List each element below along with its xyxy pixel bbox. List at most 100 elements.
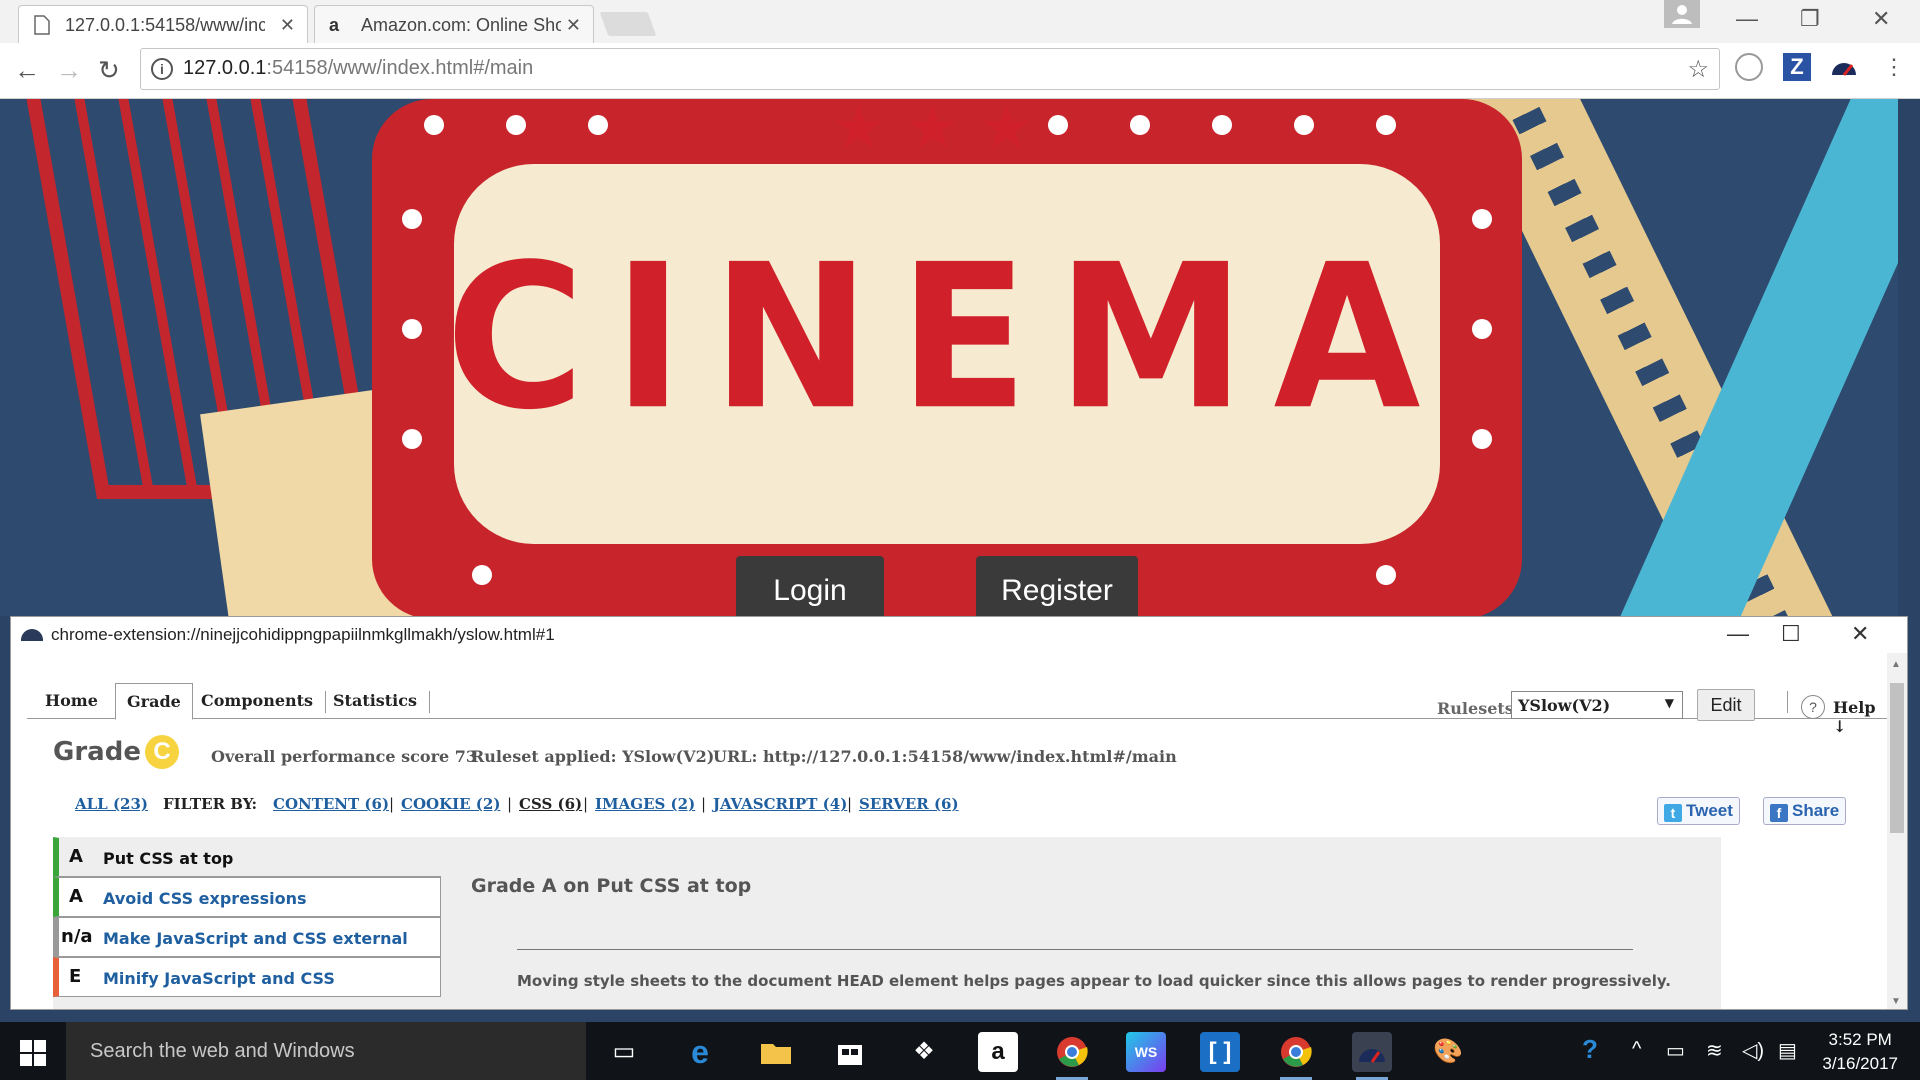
new-tab-button[interactable] — [599, 12, 657, 36]
taskbar: Search the web and Windows ▭ e ❖ a WS [ … — [0, 1022, 1920, 1080]
vertical-scrollbar[interactable]: ▲ ▼ — [1887, 653, 1907, 1009]
dropdown-caret-icon: ▼ — [1664, 696, 1674, 710]
marquee-bulb — [472, 565, 492, 585]
register-button[interactable]: Register — [976, 556, 1138, 616]
yslow-window-title: chrome-extension://ninejjcohidippngpapii… — [51, 625, 555, 644]
filter-all[interactable]: ALL (23) — [75, 795, 148, 813]
edge-icon[interactable]: e — [680, 1032, 720, 1072]
scroll-down-icon[interactable]: ▼ — [1891, 996, 1901, 1007]
tab-divider — [325, 691, 326, 713]
yslow-window: chrome-extension://ninejjcohidippngpapii… — [10, 616, 1908, 1010]
webstorm-icon[interactable]: WS — [1126, 1032, 1166, 1072]
forward-icon[interactable]: → — [56, 55, 82, 86]
tab-grade[interactable]: Grade — [115, 683, 193, 720]
maximize-icon[interactable]: ☐ — [1781, 621, 1801, 647]
tab-home[interactable]: Home — [45, 691, 98, 710]
tab-close-icon[interactable]: ✕ — [566, 15, 581, 36]
clock-date: 3/16/2017 — [1822, 1054, 1898, 1073]
toolbar-divider — [1787, 691, 1788, 713]
rule-item[interactable]: n/a Make JavaScript and CSS external — [53, 917, 441, 957]
rule-item[interactable]: A Avoid CSS expressions — [53, 877, 441, 917]
tab-statistics[interactable]: Statistics — [333, 691, 417, 710]
ruleset-applied: Ruleset applied: YSlow(V2) — [471, 747, 715, 766]
clock[interactable]: 3:52 PM 3/16/2017 — [1822, 1028, 1898, 1076]
login-button[interactable]: Login — [736, 556, 884, 616]
volume-icon[interactable]: ◁) — [1742, 1038, 1764, 1063]
back-icon[interactable]: ← — [14, 55, 40, 86]
facebook-icon: f — [1770, 804, 1788, 822]
chrome-icon[interactable] — [1276, 1032, 1316, 1080]
filter-content[interactable]: CONTENT (6) — [273, 795, 389, 813]
marquee-bulb — [402, 319, 422, 339]
file-explorer-icon[interactable] — [756, 1032, 796, 1072]
help-tray-icon[interactable]: ? — [1582, 1034, 1598, 1065]
rule-grade: n/a — [61, 926, 93, 947]
marquee-bulb — [1048, 115, 1068, 135]
help-menu[interactable]: Help ↓ — [1833, 698, 1887, 736]
task-view-icon[interactable]: ▭ — [604, 1032, 644, 1072]
chevron-up-icon[interactable]: ^ — [1632, 1038, 1641, 1061]
wifi-icon[interactable]: ≋ — [1706, 1038, 1723, 1063]
battery-icon[interactable]: ▭ — [1666, 1038, 1685, 1063]
marquee-bulb — [402, 209, 422, 229]
marquee-bulb — [588, 115, 608, 135]
yslow-icon[interactable] — [1830, 53, 1858, 81]
restore-icon[interactable]: ❐ — [1800, 6, 1820, 32]
yslow-logo-icon — [21, 629, 43, 641]
minimize-icon[interactable]: — — [1736, 6, 1758, 32]
filter-server[interactable]: SERVER (6) — [859, 795, 959, 813]
marquee-stars: ★★★ — [832, 99, 1054, 161]
rule-grade: A — [69, 886, 83, 907]
bookmark-star-icon[interactable]: ☆ — [1687, 55, 1709, 84]
notifications-icon[interactable]: ▤ — [1778, 1038, 1797, 1063]
filter-css[interactable]: CSS (6) — [519, 795, 582, 813]
overall-score: Overall performance score 73 — [211, 747, 478, 766]
dropbox-icon[interactable]: ❖ — [904, 1032, 944, 1072]
filter-divider: | — [583, 795, 589, 813]
close-icon[interactable]: ✕ — [1872, 6, 1890, 32]
scroll-up-icon[interactable]: ▲ — [1891, 659, 1901, 670]
reload-icon[interactable]: ↻ — [98, 55, 120, 86]
rule-item[interactable]: E Minify JavaScript and CSS — [53, 957, 441, 997]
menu-icon[interactable]: ⋮ — [1880, 53, 1908, 81]
store-icon[interactable] — [830, 1032, 870, 1072]
scrollbar-thumb[interactable] — [1890, 683, 1904, 833]
ruleset-select[interactable]: YSlow(V2) ▼ — [1511, 691, 1683, 719]
grade-heading: Grade — [53, 737, 141, 767]
marquee-bulb — [1472, 429, 1492, 449]
marquee-bulb — [1212, 115, 1232, 135]
tab-close-icon[interactable]: ✕ — [280, 15, 295, 36]
yslow-app-icon[interactable] — [1352, 1032, 1392, 1080]
page-icon — [33, 15, 51, 35]
tab-components[interactable]: Components — [201, 691, 313, 710]
zotero-icon[interactable]: Z — [1783, 53, 1811, 81]
share-button[interactable]: f Share — [1763, 797, 1847, 825]
windows-start-icon[interactable] — [20, 1040, 46, 1066]
profile-icon[interactable] — [1664, 0, 1700, 28]
brackets-icon[interactable]: [ ] — [1200, 1032, 1240, 1072]
filter-images[interactable]: IMAGES (2) — [595, 795, 695, 813]
search-placeholder: Search the web and Windows — [90, 1040, 355, 1062]
help-icon[interactable]: ? — [1801, 695, 1825, 719]
chrome-icon[interactable] — [1052, 1032, 1092, 1080]
tab-amazon[interactable]: a Amazon.com: Online Sho ✕ — [314, 5, 594, 43]
taskbar-search[interactable]: Search the web and Windows — [66, 1022, 586, 1080]
cinema-marquee: ★★★ CINEMA — [372, 99, 1522, 616]
close-icon[interactable]: ✕ — [1851, 621, 1869, 647]
edit-ruleset-button[interactable]: Edit — [1697, 689, 1755, 721]
filter-cookie[interactable]: COOKIE (2) — [401, 795, 500, 813]
info-icon[interactable]: i — [151, 58, 173, 80]
address-bar[interactable]: i 127.0.0.1:54158/www/index.html#/main ☆ — [140, 48, 1720, 90]
marquee-bulb — [1376, 115, 1396, 135]
tab-localhost[interactable]: 127.0.0.1:54158/www/inc ✕ — [18, 5, 308, 43]
filter-javascript[interactable]: JAVASCRIPT (4) — [713, 795, 847, 813]
minimize-icon[interactable]: — — [1727, 621, 1749, 647]
rulesets-label: Rulesets — [1437, 699, 1514, 718]
extension-circle-icon[interactable] — [1735, 53, 1763, 81]
marquee-bulb — [1294, 115, 1314, 135]
amazon-app-icon[interactable]: a — [978, 1032, 1018, 1072]
tweet-button[interactable]: t Tweet — [1657, 797, 1740, 825]
tab-divider — [429, 691, 430, 713]
paint-icon[interactable]: 🎨 — [1428, 1032, 1468, 1072]
rule-item[interactable]: A Put CSS at top — [53, 837, 441, 877]
